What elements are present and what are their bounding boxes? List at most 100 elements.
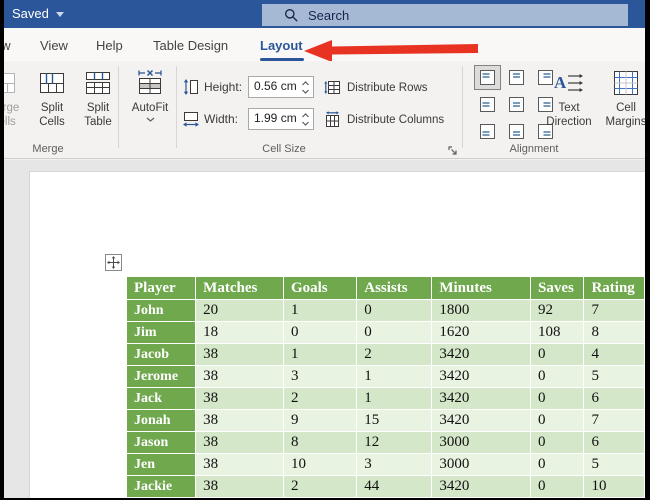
stat-cell[interactable]: 0: [283, 322, 356, 344]
stat-cell[interactable]: 2: [283, 388, 356, 410]
search-input[interactable]: [308, 8, 588, 23]
stat-cell[interactable]: 0: [531, 454, 584, 476]
align-center-left-button[interactable]: [474, 92, 501, 117]
player-cell[interactable]: Jerome: [127, 366, 196, 388]
stat-cell[interactable]: 38: [196, 432, 284, 454]
width-input[interactable]: [254, 111, 300, 125]
height-field[interactable]: [248, 76, 314, 98]
column-header-rating[interactable]: Rating: [584, 277, 645, 300]
stat-cell[interactable]: 1: [357, 366, 432, 388]
stat-cell[interactable]: 15: [357, 410, 432, 432]
player-cell[interactable]: Jackie: [127, 476, 196, 498]
stat-cell[interactable]: 1: [357, 388, 432, 410]
align-top-center-button[interactable]: [503, 65, 530, 90]
stat-cell[interactable]: 3420: [432, 410, 531, 432]
stat-cell[interactable]: 8: [283, 432, 356, 454]
tab-review[interactable]: Review: [4, 38, 11, 53]
stat-cell[interactable]: 3000: [432, 432, 531, 454]
stat-cell[interactable]: 1: [283, 300, 356, 322]
stat-cell[interactable]: 4: [584, 344, 645, 366]
stat-cell[interactable]: 108: [531, 322, 584, 344]
stat-cell[interactable]: 1620: [432, 322, 531, 344]
stat-cell[interactable]: 3420: [432, 366, 531, 388]
stat-cell[interactable]: 44: [357, 476, 432, 498]
stat-cell[interactable]: 10: [584, 476, 645, 498]
stat-cell[interactable]: 9: [283, 410, 356, 432]
stat-cell[interactable]: 38: [196, 410, 284, 432]
player-cell[interactable]: Jason: [127, 432, 196, 454]
stat-cell[interactable]: 1800: [432, 300, 531, 322]
stat-cell[interactable]: 38: [196, 454, 284, 476]
stat-cell[interactable]: 6: [584, 388, 645, 410]
player-cell[interactable]: Jonah: [127, 410, 196, 432]
stat-cell[interactable]: 38: [196, 388, 284, 410]
tab-help[interactable]: Help: [96, 38, 123, 53]
split-table-button[interactable]: Split Table: [74, 64, 122, 142]
player-cell[interactable]: Jen: [127, 454, 196, 476]
tab-layout[interactable]: Layout: [260, 38, 303, 53]
stat-cell[interactable]: 8: [584, 322, 645, 344]
table-move-handle[interactable]: [105, 254, 122, 271]
autofit-button[interactable]: AutoFit: [124, 64, 176, 142]
column-header-goals[interactable]: Goals: [283, 277, 356, 300]
column-header-player[interactable]: Player: [127, 277, 196, 300]
text-direction-button[interactable]: A Text Direction: [540, 64, 598, 142]
stat-cell[interactable]: 2: [357, 344, 432, 366]
stat-cell[interactable]: 12: [357, 432, 432, 454]
stat-cell[interactable]: 0: [357, 322, 432, 344]
align-top-left-button[interactable]: [474, 65, 501, 90]
search-bar[interactable]: [262, 4, 628, 26]
player-cell[interactable]: Jack: [127, 388, 196, 410]
column-header-saves[interactable]: Saves: [531, 277, 584, 300]
player-cell[interactable]: John: [127, 300, 196, 322]
distribute-rows-button[interactable]: Distribute Rows: [324, 79, 428, 96]
cell-margins-button[interactable]: Cell Margins: [602, 64, 645, 142]
split-cells-button[interactable]: Split Cells: [30, 64, 74, 142]
height-input[interactable]: [254, 79, 300, 93]
stat-cell[interactable]: 3000: [432, 454, 531, 476]
align-center-center-button[interactable]: [503, 92, 530, 117]
stat-cell[interactable]: 0: [531, 476, 584, 498]
stat-cell[interactable]: 1: [283, 344, 356, 366]
stat-cell[interactable]: 2: [283, 476, 356, 498]
column-header-matches[interactable]: Matches: [196, 277, 284, 300]
stat-cell[interactable]: 0: [531, 366, 584, 388]
width-field[interactable]: [248, 108, 314, 130]
stat-cell[interactable]: 38: [196, 344, 284, 366]
stat-cell[interactable]: 10: [283, 454, 356, 476]
stat-cell[interactable]: 20: [196, 300, 284, 322]
stat-cell[interactable]: 92: [531, 300, 584, 322]
stat-cell[interactable]: 18: [196, 322, 284, 344]
tab-table-design[interactable]: Table Design: [153, 38, 228, 53]
stat-cell[interactable]: 38: [196, 476, 284, 498]
column-header-minutes[interactable]: Minutes: [432, 277, 531, 300]
stat-cell[interactable]: 3420: [432, 344, 531, 366]
align-bottom-left-button[interactable]: [474, 119, 501, 144]
stat-cell[interactable]: 3420: [432, 476, 531, 498]
stat-cell[interactable]: 5: [584, 454, 645, 476]
stat-cell[interactable]: 0: [531, 388, 584, 410]
distribute-columns-button[interactable]: Distribute Columns: [324, 111, 444, 128]
spinner-icon[interactable]: [301, 111, 310, 128]
saved-dropdown[interactable]: Saved: [12, 6, 64, 21]
stat-cell[interactable]: 3: [357, 454, 432, 476]
stat-cell[interactable]: 38: [196, 366, 284, 388]
player-cell[interactable]: Jacob: [127, 344, 196, 366]
tab-view[interactable]: View: [40, 38, 68, 53]
stat-cell[interactable]: 5: [584, 366, 645, 388]
player-table[interactable]: PlayerMatchesGoalsAssistsMinutesSavesRat…: [126, 276, 645, 498]
stat-cell[interactable]: 0: [531, 432, 584, 454]
stat-cell[interactable]: 7: [584, 410, 645, 432]
player-cell[interactable]: Jim: [127, 322, 196, 344]
stat-cell[interactable]: 3420: [432, 388, 531, 410]
align-bottom-center-button[interactable]: [503, 119, 530, 144]
cell-size-dialog-launcher[interactable]: [446, 144, 460, 158]
stat-cell[interactable]: 7: [584, 300, 645, 322]
stat-cell[interactable]: 0: [357, 300, 432, 322]
column-header-assists[interactable]: Assists: [357, 277, 432, 300]
stat-cell[interactable]: 0: [531, 344, 584, 366]
stat-cell[interactable]: 3: [283, 366, 356, 388]
stat-cell[interactable]: 0: [531, 410, 584, 432]
spinner-icon[interactable]: [301, 79, 310, 96]
stat-cell[interactable]: 6: [584, 432, 645, 454]
